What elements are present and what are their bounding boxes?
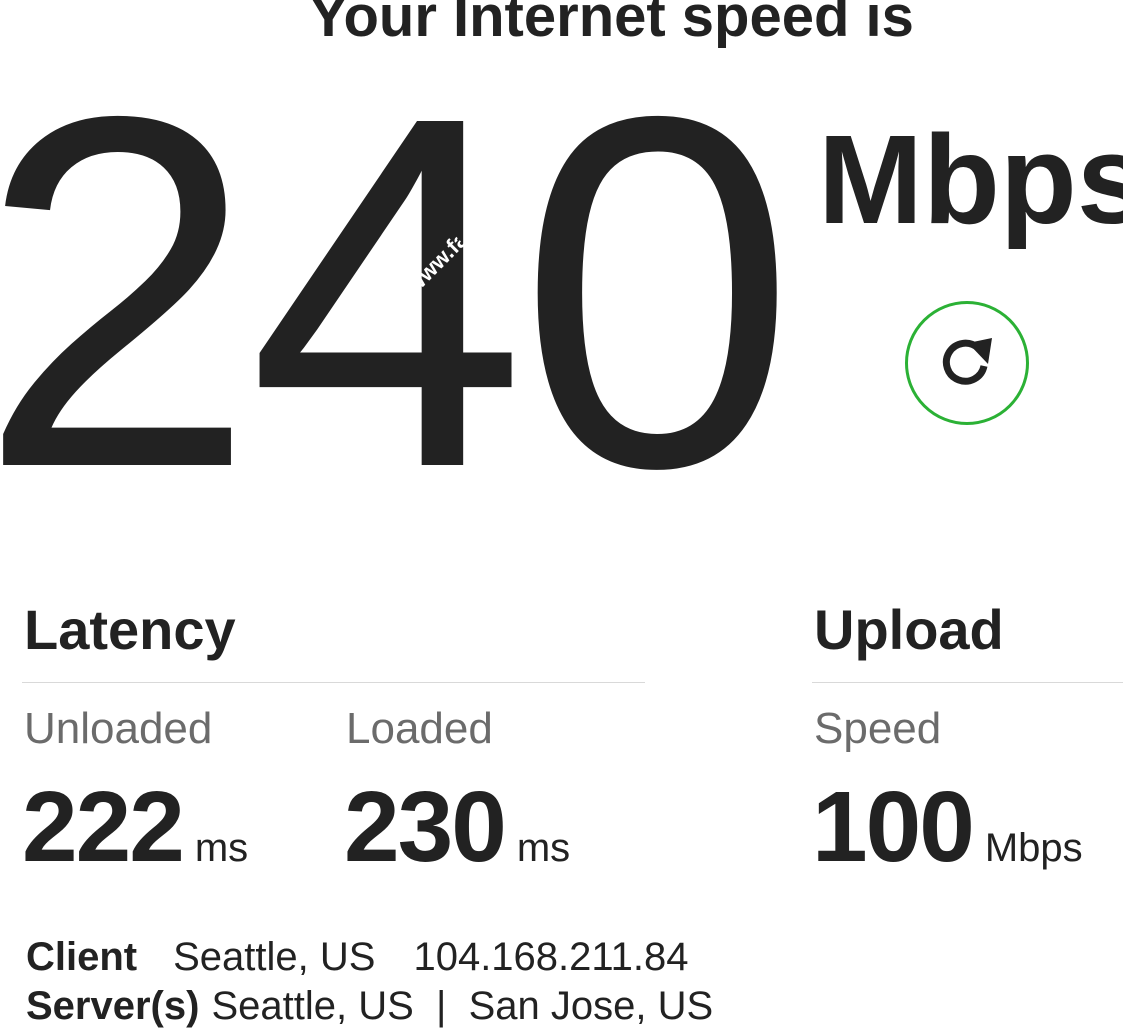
- download-speed-unit: Mbps: [818, 109, 1123, 250]
- client-info: Client Seattle, US 104.168.211.84: [26, 933, 689, 981]
- loaded-latency: 230 ms: [344, 777, 570, 907]
- unloaded-latency-value: 222: [22, 771, 185, 883]
- unloaded-latency-unit: ms: [194, 826, 249, 870]
- download-speed-value: 240: [0, 12, 796, 571]
- latency-title: Latency: [24, 598, 236, 661]
- loaded-latency-unit: ms: [516, 826, 571, 870]
- client-location: Seattle, US: [173, 935, 376, 979]
- loaded-latency-value: 230: [344, 771, 507, 883]
- client-ip: 104.168.211.84: [413, 935, 689, 979]
- upload-speed: 100 Mbps: [812, 777, 1083, 907]
- loaded-latency-label: Loaded: [346, 704, 493, 753]
- upload-speed-unit: Mbps: [984, 826, 1083, 870]
- server-label: Server(s): [26, 984, 200, 1028]
- client-label: Client: [26, 935, 138, 979]
- upload-speed-value: 100: [812, 771, 975, 883]
- server-info: Server(s) Seattle, US | San Jose, US: [26, 982, 713, 1030]
- upload-speed-label: Speed: [814, 704, 942, 753]
- server-list: Seattle, US | San Jose, US: [211, 984, 714, 1028]
- latency-divider: [22, 682, 645, 683]
- unloaded-latency: 222 ms: [22, 777, 248, 907]
- refresh-button[interactable]: [905, 301, 1029, 425]
- unloaded-latency-label: Unloaded: [24, 704, 213, 753]
- upload-divider: [812, 682, 1123, 683]
- upload-title: Upload: [814, 598, 1004, 661]
- refresh-icon: [942, 338, 992, 385]
